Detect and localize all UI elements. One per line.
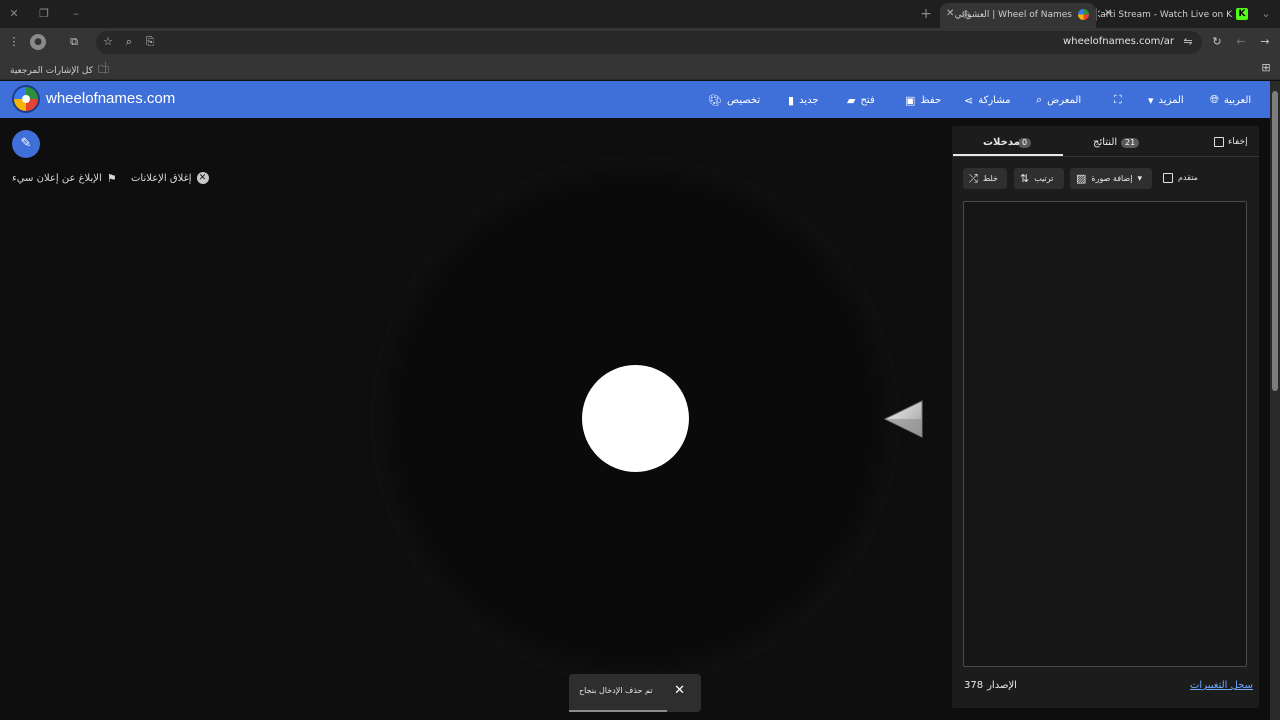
fullscreen-icon: ⛶ <box>1114 93 1122 106</box>
close-ads-link[interactable]: إغلاق الإعلانات ✕ <box>131 172 209 184</box>
site-settings-icon[interactable]: ⇋ <box>1180 34 1196 50</box>
forward-arrow-icon[interactable]: ← <box>1233 34 1249 50</box>
hide-checkbox[interactable] <box>1214 137 1224 147</box>
wheel-favicon-icon <box>1078 9 1089 20</box>
tab-1karti[interactable]: ✕ 1Karti Stream - Watch Live on K K <box>1098 3 1256 28</box>
bookmarks-bar: ⊞ <box>0 57 1280 80</box>
scrollbar-thumb[interactable] <box>1272 91 1278 391</box>
wheel-pointer-icon <box>884 400 923 438</box>
all-bookmarks[interactable]: 🗀 كل الإشارات المرجعية <box>10 61 109 80</box>
toast-progress <box>569 710 667 712</box>
sort-button[interactable]: ⇅ ترتيب <box>1014 168 1064 189</box>
entries-textarea[interactable] <box>963 201 1247 667</box>
minimize-window-icon[interactable]: – <box>68 6 84 22</box>
flag-icon: ⚑ <box>106 172 117 185</box>
advanced-checkbox[interactable] <box>1163 173 1173 183</box>
tab-title: Wheel of Names | العشوائي <box>954 10 1072 20</box>
translate-icon[interactable]: ⎘ <box>142 34 158 50</box>
version-info: 378 الإصدار <box>964 680 1017 691</box>
tab-close-icon[interactable]: ✕ <box>946 8 954 19</box>
nav-language[interactable]: 🌐︎ العربية <box>1210 91 1251 109</box>
pencil-icon: ✎ <box>20 136 32 151</box>
address-bar[interactable]: ☆ ⌕ ⎘ ⇋ <box>96 31 1202 54</box>
report-ad-link[interactable]: الإبلاغ عن إعلان سيء ⚑ <box>12 172 117 185</box>
profile-avatar[interactable]: ● <box>30 34 46 50</box>
tab-divider-line <box>953 156 1259 157</box>
caret-down-icon: ▾ <box>1137 173 1143 184</box>
nav-more[interactable]: ▾ المزيد <box>1148 91 1184 109</box>
tab-divider <box>1096 8 1097 21</box>
palette-icon: 🎨︎ <box>708 93 722 107</box>
nav-fullscreen[interactable]: ⛶ <box>1114 91 1122 109</box>
edit-pencil-button[interactable]: ✎ <box>12 130 40 158</box>
nav-gallery[interactable]: ⌕ المعرض <box>1036 91 1081 109</box>
nav-open[interactable]: ▰ فتح <box>847 91 875 109</box>
nav-share[interactable]: ⋖ مشاركة <box>964 91 1011 109</box>
changelog-link[interactable]: سجل التغييرات <box>1190 680 1253 691</box>
entries-count-badge: 0 <box>1018 138 1032 148</box>
version-label: الإصدار <box>987 680 1017 691</box>
page-scrollbar[interactable] <box>1270 81 1280 720</box>
shuffle-button[interactable]: ⤮ خلط <box>963 168 1007 189</box>
tab-wheel-of-names[interactable]: ✕ ◎ Wheel of Names | العشوائي <box>940 3 1096 28</box>
image-icon: ▨ <box>1076 172 1087 185</box>
sort-icon: ⇅ <box>1020 172 1030 185</box>
caret-down-icon: ▾ <box>1148 93 1154 107</box>
snackbar-toast: تم حذف الإدخال بنجاح ✕ <box>569 674 701 712</box>
menu-kebab-icon[interactable]: ⋮ <box>6 34 22 50</box>
tab-search-chevron-icon[interactable]: ⌄ <box>1258 6 1274 22</box>
extensions-puzzle-icon[interactable]: ⧉ <box>66 34 82 50</box>
version-number: 378 <box>964 680 984 691</box>
share-icon: ⋖ <box>964 93 974 107</box>
results-count-badge: 21 <box>1121 138 1140 148</box>
zoom-icon[interactable]: ⌕ <box>121 34 137 50</box>
wheel-logo[interactable] <box>12 85 40 113</box>
advanced-label: متقدم <box>1178 173 1198 182</box>
nav-customize[interactable]: 🎨︎ تخصيص <box>708 91 760 109</box>
reload-icon[interactable]: ↻ <box>1209 34 1225 50</box>
restore-window-icon[interactable]: ❐ <box>36 6 52 22</box>
all-bookmarks-label: كل الإشارات المرجعية <box>10 65 93 76</box>
folder-icon: 🗀 <box>97 63 109 76</box>
kick-favicon-icon: K <box>1236 8 1248 20</box>
bookmark-star-icon[interactable]: ☆ <box>100 34 116 50</box>
toast-message: تم حذف الإدخال بنجاح <box>579 686 653 695</box>
nav-new[interactable]: ▮ جديد <box>788 91 819 109</box>
nav-save[interactable]: ▣ حفظ <box>905 91 941 109</box>
search-icon: ⌕ <box>1036 93 1043 106</box>
bookmarks-divider <box>105 62 106 74</box>
tab-results[interactable]: النتائج <box>1093 137 1117 148</box>
globe-icon: 🌐︎ <box>1210 93 1219 106</box>
tab-title: 1Karti Stream - Watch Live on K <box>1098 10 1232 20</box>
site-navbar: wheelofnames.com 🎨︎ تخصيص ▮ جديد ▰ فتح ▣… <box>0 81 1270 118</box>
new-tab-button[interactable]: + <box>918 6 934 22</box>
wheel-hub[interactable] <box>582 365 689 472</box>
apps-grid-icon[interactable]: ⊞ <box>1258 60 1274 76</box>
hide-label: إخفاء <box>1228 137 1248 147</box>
site-title[interactable]: wheelofnames.com <box>46 90 175 107</box>
back-arrow-icon[interactable]: → <box>1257 34 1273 50</box>
close-circle-icon: ✕ <box>196 172 209 184</box>
folder-open-icon: ▰ <box>847 93 856 107</box>
add-image-button[interactable]: ▨ إضافة صورة ▾ <box>1070 168 1152 189</box>
browser-tab-bar: ✕ ❐ – ⌄ ✕ 1Karti Stream - Watch Live on … <box>0 0 1280 28</box>
shuffle-icon: ⤮ <box>969 171 978 185</box>
url-text[interactable]: wheelofnames.com/ar <box>1063 36 1174 47</box>
toast-close-button[interactable]: ✕ <box>674 683 685 698</box>
new-file-icon: ▮ <box>788 93 795 107</box>
close-window-icon[interactable]: ✕ <box>6 6 22 22</box>
tab-entries[interactable]: مدخلات <box>983 137 1020 148</box>
save-icon: ▣ <box>905 93 916 107</box>
